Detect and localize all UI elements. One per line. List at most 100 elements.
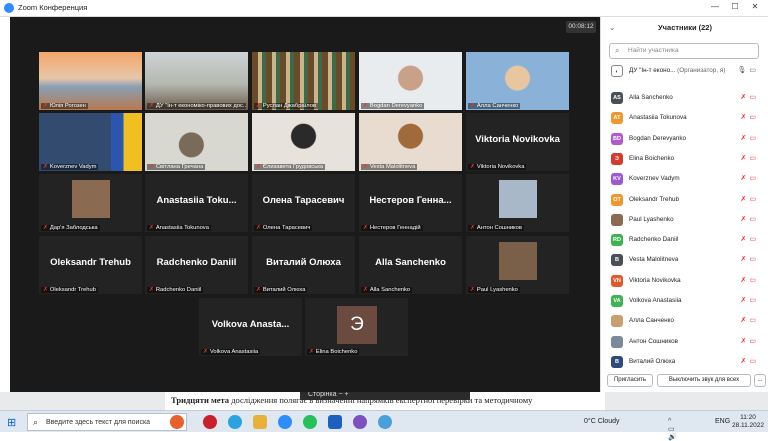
video-tile[interactable]: Radchenko Daniil ✗ Radchenko Daniil (145, 236, 248, 294)
participant-avatar: B (611, 254, 623, 267)
participant-row[interactable]: Paul Lyashenko ✗▭ (609, 212, 761, 230)
tile-name-label: ✗ Нестеров Геннадій (361, 225, 423, 231)
video-tile[interactable]: Volkova Anasta... ✗ Volkova Anastasiia (199, 298, 302, 356)
participant-avatar: VN (611, 274, 623, 287)
zoom-taskbar-icon[interactable] (278, 415, 292, 429)
muted-mic-icon: ✗ (363, 164, 368, 170)
video-tile[interactable]: Alla Sanchenko ✗ Alla Sanchenko (359, 236, 462, 294)
window-title: Zoom Конференция (18, 3, 88, 12)
tile-name-label: ✗ ДУ "Ін-т економіко-правових дос... (147, 103, 246, 109)
muted-mic-icon: ✗ (256, 103, 261, 109)
tile-display-name: Oleksandr Trehub (50, 257, 131, 268)
tile-display-name: Alla Sanchenko (375, 257, 446, 268)
muted-mic-icon: ✗ (149, 287, 154, 293)
more-button[interactable]: ... (754, 374, 766, 387)
tile-name-label: ✗ Єлизавета Грудовська (254, 164, 326, 170)
participant-avatar: RD (611, 234, 623, 247)
participant-row[interactable]: Алла Санченко ✗▭ (609, 313, 761, 331)
tile-name-label: ✗ Олена Тарасевич (254, 225, 313, 231)
video-tile[interactable]: ✗ Єлизавета Грудовська (252, 113, 355, 171)
tile-display-name: Виталий Олюха (266, 257, 341, 268)
participant-name: Bogdan Derevyanko (629, 134, 687, 142)
video-tile[interactable]: Виталий Олюха ✗ Виталий Олюха (252, 236, 355, 294)
participant-video (466, 52, 569, 110)
participant-name: Виталий Олюха (629, 357, 676, 365)
participant-search-input[interactable]: ⌕ Найти участника (609, 43, 759, 59)
tile-name-label: ✗ Юлія Рогозен (41, 103, 88, 109)
participant-row[interactable]: RD Radchenko Daniil ✗▭ (609, 232, 761, 250)
whatsapp-icon[interactable] (303, 415, 317, 429)
muted-mic-icon: ✗▭ (740, 236, 759, 244)
participant-row[interactable]: KV Koverznev Vadym ✗▭ (609, 171, 761, 189)
video-tile[interactable]: Viktoria Novikovka ✗ Viktoria Novikovka (466, 113, 569, 171)
participant-row[interactable]: Э Elina Boichenko ✗▭ (609, 151, 761, 169)
maximize-button[interactable]: ☐ (728, 2, 742, 11)
cortana-icon[interactable] (170, 415, 184, 429)
video-tile[interactable]: Oleksandr Trehub ✗ Oleksandr Trehub (39, 236, 142, 294)
participant-row[interactable]: AS Alla Sanchenko ✗▭ (609, 90, 761, 108)
opera-icon[interactable] (203, 415, 217, 429)
participant-row[interactable]: VN Viktoria Novikovka ✗▭ (609, 273, 761, 291)
video-tile[interactable]: ✗ Koverznev Vadym (39, 113, 142, 171)
participant-row[interactable]: B Vesta Malolitneva ✗▭ (609, 252, 761, 270)
video-tile[interactable]: Anastasiia Toku... ✗ Anastasiia Tokunova (145, 174, 248, 232)
participant-avatar (611, 335, 623, 348)
video-tile[interactable]: ✗ Bogdan Derevyanko (359, 52, 462, 110)
participant-name: Radchenko Daniil (629, 236, 679, 244)
mute-all-button[interactable]: Выключить звук для всех (657, 374, 751, 387)
participant-row[interactable]: В Виталий Олюха ✗▭ (609, 354, 761, 372)
video-tile[interactable]: ✗ Алла Санченко (466, 52, 569, 110)
participant-row[interactable]: OT Oleksandr Trehub ✗▭ (609, 192, 761, 210)
participant-row[interactable]: VA Volkova Anastasiia ✗▭ (609, 293, 761, 311)
participant-name: Антон Сошников (629, 337, 678, 345)
video-tile[interactable]: ✗ Юлія Рогозен (39, 52, 142, 110)
tile-name-label: ✗ Руслан Джабраїлов (254, 103, 319, 109)
video-tile[interactable]: ✗ Дар'я Заблодська (39, 174, 142, 232)
chrome-icon[interactable] (378, 415, 392, 429)
zoom-logo-icon (4, 3, 14, 13)
minimize-button[interactable]: — (708, 2, 722, 11)
participant-row[interactable]: BD Bogdan Derevyanko ✗▭ (609, 131, 761, 149)
video-tile[interactable]: ✗ Світлана Гречана (145, 113, 248, 171)
muted-mic-icon: ✗ (43, 103, 48, 109)
taskbar-clock[interactable]: 11:20 28.11.2022 (728, 414, 768, 430)
tile-name-label: ✗ Radchenko Daniil (147, 287, 204, 293)
file-explorer-icon[interactable] (253, 415, 267, 429)
video-tile[interactable]: ✗ Vesta Malolitneva (359, 113, 462, 171)
tile-name-label: ✗ Bogdan Derevyanko (361, 103, 425, 109)
chevron-down-icon[interactable]: ⌄ (609, 23, 615, 32)
invite-button[interactable]: Пригласить (607, 374, 653, 387)
participant-name: Vesta Malolitneva (629, 256, 679, 264)
telegram-icon[interactable] (228, 415, 242, 429)
participant-name: Oleksandr Trehub (629, 195, 680, 203)
video-tile[interactable]: ✗ Антон Сошников (466, 174, 569, 232)
participant-video (359, 113, 462, 171)
participant-avatar: KV (611, 173, 623, 186)
tile-display-name: Radchenko Daniil (156, 257, 237, 268)
video-tile[interactable]: Э ✗ Elina Boichenko (305, 298, 408, 356)
tray-icons[interactable]: ^ ▭ 🔊 (668, 418, 677, 441)
close-button[interactable]: ✕ (748, 2, 762, 11)
viber-icon[interactable] (353, 415, 367, 429)
tile-name-label: ✗ Vesta Malolitneva (361, 164, 418, 170)
search-icon: ⌕ (33, 417, 39, 427)
muted-mic-icon: ✗▭ (740, 195, 759, 203)
participant-avatar: BD (611, 132, 623, 145)
participant-video (145, 113, 248, 171)
video-tile[interactable]: Нестеров Генна... ✗ Нестеров Геннадій (359, 174, 462, 232)
video-tile[interactable]: ✗ ДУ "Ін-т економіко-правових дос... (145, 52, 248, 110)
participant-row[interactable]: Антон Сошников ✗▭ (609, 334, 761, 352)
video-tile[interactable]: Олена Тарасевич ✗ Олена Тарасевич (252, 174, 355, 232)
weather-status[interactable]: 0°C Cloudy (584, 418, 619, 425)
video-tile[interactable]: ✗ Руслан Джабраїлов (252, 52, 355, 110)
participant-row-host[interactable]: ◐ ДУ "Ін-т еконо... (Организатор, я) 🎙▭ (609, 63, 761, 81)
profile-picture (499, 180, 537, 218)
taskbar-search-input[interactable]: ⌕ Введите здесь текст для поиска (27, 413, 187, 431)
word-icon[interactable] (328, 415, 342, 429)
muted-mic-icon: ✗▭ (740, 297, 759, 304)
windows-start-icon[interactable]: ⊞ (7, 416, 16, 429)
tile-display-name: Олена Тарасевич (262, 195, 345, 206)
participant-row[interactable]: AT Anastasiia Tokunova ✗▭ (609, 110, 761, 128)
profile-picture (72, 180, 110, 218)
video-tile[interactable]: ✗ Paul Lyashenko (466, 236, 569, 294)
